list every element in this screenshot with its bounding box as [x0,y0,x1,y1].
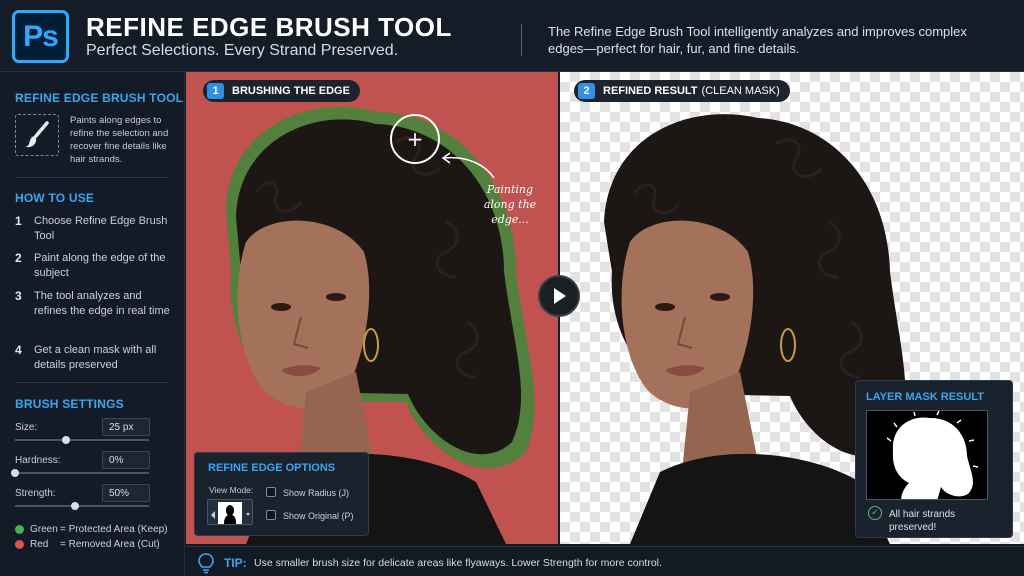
show-radius-label: Show Radius (J) [283,488,350,498]
play-icon [554,288,566,304]
section-divider [15,177,169,178]
brush-cursor[interactable]: + [390,114,440,164]
view-mode-select[interactable] [207,499,253,525]
check-circle-icon: ✓ [868,506,882,520]
section-divider [15,382,169,383]
sidebar: REFINE EDGE BRUSH TOOL Paints along edge… [0,72,185,576]
hardness-slider[interactable] [11,469,149,477]
header-divider [521,24,522,56]
step-1-text: BRUSHING THE EDGE [232,85,350,97]
layer-mask-card: LAYER MASK RESULT ✓ All hair strands pre… [855,380,1013,538]
legend-meaning: = Removed Area (Cut) [60,539,160,550]
lightbulb-icon [198,553,214,574]
layer-mask-thumbnail[interactable] [866,410,988,500]
strength-slider[interactable] [15,502,149,510]
step-2-text: REFINED RESULT [603,85,698,97]
hardness-label: Hardness: [15,455,61,466]
step-2-suffix: (CLEAN MASK) [701,85,780,97]
header-description: The Refine Edge Brush Tool intelligently… [548,24,967,56]
view-mode-label: View Mode: [209,485,254,495]
page-subtitle: Perfect Selections. Every Strand Preserv… [86,42,399,59]
legend-name: Red [30,539,49,550]
show-original-checkbox[interactable] [266,510,276,520]
step-text: Choose Refine Edge Brush Tool [34,215,168,242]
brush-settings-title: BRUSH SETTINGS [15,397,124,411]
mask-silhouette-icon [886,411,979,499]
refine-edge-options-panel: REFINE EDGE OPTIONS View Mode: Show Radi… [194,452,369,536]
tool-section-title: REFINE EDGE BRUSH TOOL [15,91,184,105]
layer-mask-title: LAYER MASK RESULT [866,391,984,403]
strength-input[interactable]: 50% [102,484,150,502]
size-slider-thumb[interactable] [61,436,70,444]
step-1-number: 1 [207,83,224,99]
photoshop-logo: Ps [12,10,69,63]
size-label: Size: [15,422,38,433]
step-text: Get a clean mask with all details preser… [34,344,157,371]
tip-text: Use smaller brush size for delicate area… [254,557,662,569]
green-dot-icon [15,525,24,534]
refine-edge-options-title: REFINE EDGE OPTIONS [208,462,336,474]
red-dot-icon [15,540,24,549]
hardness-slider-thumb[interactable] [11,469,19,477]
show-original-label: Show Original (P) [283,511,354,521]
silhouette-preview-icon [211,502,250,524]
page-title: REFINE EDGE BRUSH TOOL [86,12,452,42]
step-text: Paint along the edge of the subject [34,252,166,279]
tip-label: TIP: [224,556,247,570]
hardness-input[interactable]: 0% [102,451,150,469]
strength-slider-thumb[interactable] [71,502,80,510]
brush-annotation: Painting along the edge... [483,183,537,226]
step-number: 4 [15,343,22,357]
layer-mask-caption: All hair strands preserved! [889,509,956,533]
size-slider[interactable] [15,436,149,444]
step-2-number: 2 [578,83,595,99]
play-button[interactable] [538,275,580,317]
size-input[interactable]: 25 px [102,418,150,436]
show-radius-checkbox[interactable] [266,487,276,497]
step-number: 1 [15,214,22,228]
strength-label: Strength: [15,488,56,499]
legend-meaning: = Protected Area (Keep) [60,524,168,535]
tip-bar: TIP: Use smaller brush size for delicate… [186,546,1024,576]
how-to-use-title: HOW TO USE [15,191,95,205]
plus-icon: + [406,127,424,151]
annotation-arrow-icon [441,152,495,179]
step-1-label: 1 BRUSHING THE EDGE [203,80,360,102]
header-bar: Ps REFINE EDGE BRUSH TOOL Perfect Select… [0,0,1024,72]
brush-icon[interactable] [15,114,59,156]
step-text: The tool analyzes and refines the edge i… [34,290,170,317]
step-number: 2 [15,251,22,265]
step-2-label: 2 REFINED RESULT (CLEAN MASK) [574,80,790,102]
legend-name: Green [30,524,58,535]
tool-description: Paints along edges to refine the selecti… [70,115,169,165]
step-number: 3 [15,289,22,303]
